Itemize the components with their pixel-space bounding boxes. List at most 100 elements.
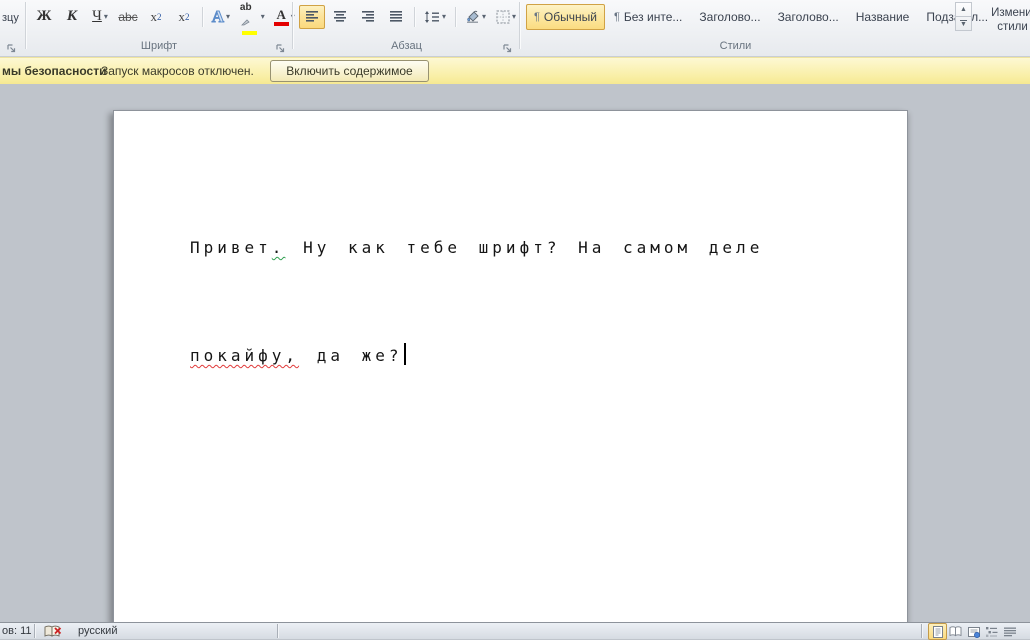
text-effects-label: A <box>212 7 224 27</box>
text-highlight-button[interactable]: ab ▾ <box>236 5 269 29</box>
security-warning-message: Запуск макросов отключен. <box>101 64 254 78</box>
font-group-label: Шрифт <box>26 40 292 52</box>
change-styles-line2: стили ▾ <box>978 20 1030 34</box>
align-center-icon <box>334 11 347 22</box>
spelling-error-underline: покайфу, <box>190 346 299 365</box>
print-layout-icon <box>932 626 944 638</box>
document-text: Привет. Ну как тебе шрифт? На самом деле… <box>190 158 763 446</box>
change-styles-button[interactable]: Изменить стили ▾ <box>978 6 1030 34</box>
styles-gallery-more-icon[interactable]: ▼ <box>956 16 971 30</box>
highlight-icon: ab <box>240 0 259 35</box>
subscript-button[interactable]: x2 <box>143 5 169 29</box>
font-group: Ж К Ч ▾ abc x2 x2 A ▾ ab <box>26 0 292 56</box>
document-line-1: Привет. Ну как тебе шрифт? На самом деле <box>190 230 763 266</box>
styles-scroll-up-icon[interactable]: ▲ <box>956 3 971 16</box>
document-page[interactable]: Привет. Ну как тебе шрифт? На самом деле… <box>113 110 908 623</box>
view-web-layout-button[interactable] <box>964 623 983 640</box>
style-label: Заголово... <box>778 10 839 24</box>
line-spacing-icon <box>424 11 440 23</box>
pilcrow-icon: ¶ <box>614 11 620 23</box>
shading-button[interactable]: ▾ <box>461 5 490 29</box>
borders-button[interactable]: ▾ <box>492 5 520 29</box>
text-effects-button[interactable]: A ▾ <box>208 5 234 29</box>
chevron-down-icon[interactable]: ▾ <box>512 13 516 21</box>
format-painter-label[interactable]: зцу <box>2 12 19 24</box>
shading-bucket-icon <box>465 10 480 24</box>
view-fullscreen-reading-button[interactable] <box>946 623 965 640</box>
italic-button[interactable]: К <box>59 5 85 29</box>
justify-icon <box>390 11 403 22</box>
ribbon: зцу Ж К Ч ▾ abc x2 x2 A ▾ <box>0 0 1030 57</box>
group-separator <box>292 2 293 49</box>
statusbar-separator <box>34 624 35 638</box>
styles-group: ¶ Обычный ¶ Без инте... Заголово... Заго… <box>521 0 1030 56</box>
document-line-2: покайфу, да же? <box>190 338 763 374</box>
style-label: Без инте... <box>624 10 683 24</box>
style-label: Обычный <box>544 10 597 24</box>
style-heading1[interactable]: Заголово... <box>691 4 768 30</box>
strikethrough-button[interactable]: abc <box>115 5 141 29</box>
text-run: Ну как тебе шрифт? На самом деле <box>285 238 763 257</box>
paragraph-group: ▾ ▾ ▾ Абзац <box>294 0 519 56</box>
italic-label: К <box>67 8 77 25</box>
view-draft-button[interactable] <box>1000 623 1019 640</box>
enable-content-button[interactable]: Включить содержимое <box>270 60 429 82</box>
clipboard-group: зцу <box>0 0 25 56</box>
text-run: да же? <box>299 346 402 365</box>
align-center-button[interactable] <box>327 5 353 29</box>
reading-view-icon <box>949 626 962 637</box>
document-area: Привет. Ну как тебе шрифт? На самом деле… <box>0 84 1030 623</box>
chevron-down-icon[interactable]: ▾ <box>226 13 230 21</box>
bold-label: Ж <box>37 8 52 25</box>
line-spacing-button[interactable]: ▾ <box>420 5 450 29</box>
draft-view-icon <box>1004 627 1016 637</box>
borders-icon <box>496 10 510 24</box>
spellcheck-status-button[interactable] <box>44 624 62 638</box>
highlight-ab-label: ab <box>240 2 252 13</box>
language-label: русский <box>78 625 117 637</box>
bold-button[interactable]: Ж <box>31 5 57 29</box>
grammar-error-underline: . <box>272 238 286 257</box>
status-bar: ов: 11 русский <box>0 622 1030 639</box>
change-styles-line1: Изменить <box>978 6 1030 20</box>
style-title[interactable]: Название <box>848 4 918 30</box>
statusbar-separator <box>277 624 278 638</box>
word-count-label: ов: 11 <box>2 625 32 637</box>
align-left-button[interactable] <box>299 5 325 29</box>
chevron-down-icon[interactable]: ▾ <box>261 13 265 21</box>
underline-label: Ч <box>92 8 102 25</box>
styles-gallery-scroll: ▲ ▼ <box>955 2 972 31</box>
chevron-down-icon[interactable]: ▾ <box>104 13 108 21</box>
align-right-button[interactable] <box>355 5 381 29</box>
align-left-icon <box>306 11 319 22</box>
security-warning-title: мы безопасности <box>2 64 106 78</box>
view-outline-button[interactable] <box>982 623 1001 640</box>
subscript-2: 2 <box>157 12 162 22</box>
spellcheck-book-icon <box>44 625 62 638</box>
view-print-layout-button[interactable] <box>928 623 947 640</box>
font-color-a-label: A <box>277 8 286 21</box>
underline-button[interactable]: Ч ▾ <box>87 5 113 29</box>
separator <box>455 7 456 27</box>
justify-button[interactable] <box>383 5 409 29</box>
clipboard-dialog-launcher-icon[interactable] <box>6 41 17 52</box>
text-run: Привет <box>190 238 272 257</box>
align-right-icon <box>362 11 375 22</box>
statusbar-separator <box>921 624 922 638</box>
style-normal[interactable]: ¶ Обычный <box>526 4 605 30</box>
word-count[interactable]: ов: 11 <box>2 624 32 638</box>
security-warning-bar: мы безопасности Запуск макросов отключен… <box>0 57 1030 85</box>
style-label: Название <box>856 10 910 24</box>
language-status[interactable]: русский <box>78 624 117 638</box>
chevron-down-icon[interactable]: ▾ <box>482 13 486 21</box>
font-dialog-launcher-icon[interactable] <box>275 41 286 52</box>
enable-content-label: Включить содержимое <box>286 64 412 78</box>
paragraph-dialog-launcher-icon[interactable] <box>502 41 513 52</box>
web-layout-icon <box>968 626 980 638</box>
chevron-down-icon[interactable]: ▾ <box>442 13 446 21</box>
superscript-button[interactable]: x2 <box>171 5 197 29</box>
style-no-spacing[interactable]: ¶ Без инте... <box>606 4 690 30</box>
style-heading2[interactable]: Заголово... <box>770 4 847 30</box>
separator <box>414 7 415 27</box>
highlight-color-swatch <box>242 31 257 35</box>
